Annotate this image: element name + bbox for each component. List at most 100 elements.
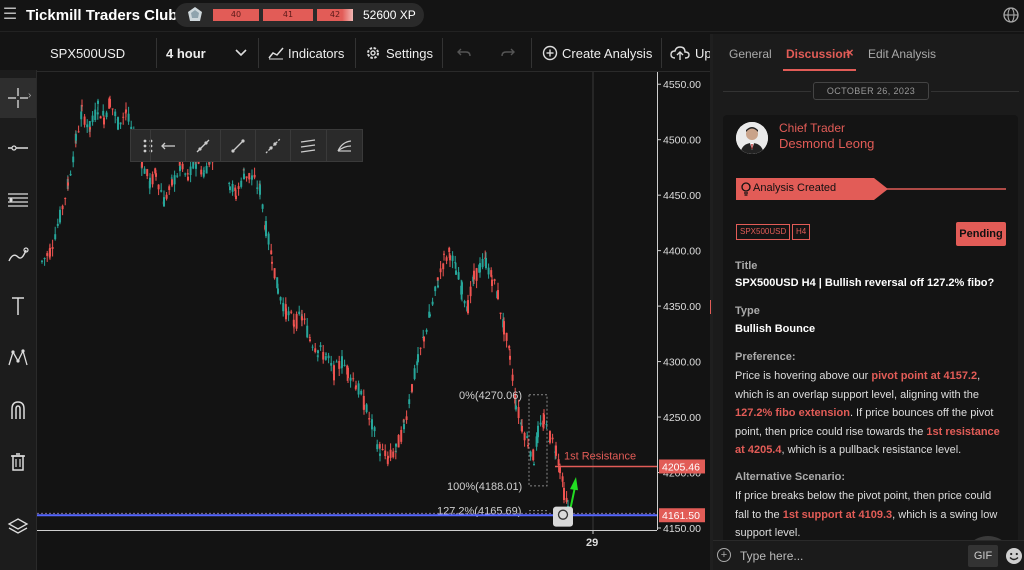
tab-general[interactable]: General <box>729 47 772 61</box>
candle-body <box>457 272 460 280</box>
expand-arrow-icon[interactable]: › <box>28 90 31 101</box>
candle-body <box>411 384 413 392</box>
author-role: Chief Trader <box>779 121 846 135</box>
author-name[interactable]: Desmond Leong <box>779 136 874 151</box>
candle-body <box>523 432 526 441</box>
candle-body <box>251 175 253 180</box>
candle-body <box>442 263 445 270</box>
candle-body <box>205 165 208 174</box>
candle-body <box>187 176 189 181</box>
candle-body <box>155 173 157 177</box>
candle-body <box>349 377 352 381</box>
plus-icon[interactable]: + <box>717 548 731 562</box>
candle-body <box>43 258 46 260</box>
candle-body <box>511 374 514 381</box>
xp-total: 52600 XP <box>363 8 416 22</box>
chart-toolbar: SPX500USD 4 hour Indicators Settings Cre… <box>37 34 712 72</box>
message-input[interactable] <box>738 547 958 565</box>
delete-tool[interactable] <box>0 442 36 482</box>
candle-body <box>499 312 502 315</box>
type-value: Bullish Bounce <box>735 323 816 335</box>
extended-line-tool[interactable] <box>255 130 289 162</box>
candle-body <box>437 285 439 288</box>
candle-body <box>473 270 475 280</box>
layers-icon <box>7 518 29 534</box>
candle-body <box>363 404 365 410</box>
candle-body <box>163 197 165 207</box>
undo-icon[interactable] <box>457 47 471 59</box>
trend-line-tool[interactable] <box>0 128 36 168</box>
segment-tool[interactable] <box>220 130 254 162</box>
extended-line-icon <box>265 138 280 154</box>
candle-body <box>51 247 54 249</box>
candle-body <box>317 350 319 354</box>
magnet-tool[interactable] <box>0 390 36 430</box>
ribbon-label: Analysis Created <box>753 182 837 194</box>
fib-0-label: 0%(4270.06) <box>459 390 522 402</box>
magnet-icon <box>11 401 25 419</box>
pattern-tool[interactable] <box>0 338 36 378</box>
fib-tool[interactable] <box>0 180 36 220</box>
tab-discussion[interactable]: Discussion <box>786 47 850 61</box>
ray-tool[interactable] <box>185 130 219 162</box>
text-tool[interactable] <box>0 286 36 326</box>
price-tick-label: 4450.00 <box>663 190 701 202</box>
candle-body <box>97 100 99 104</box>
candle-body <box>392 451 395 458</box>
candle-body <box>125 109 127 112</box>
candle-body <box>49 247 51 256</box>
price-tick-label: 4250.00 <box>663 412 701 424</box>
candle-body <box>157 184 160 190</box>
price-label-text: 4161.50 <box>662 510 700 522</box>
candle-body <box>117 117 119 130</box>
candle-body <box>493 279 496 281</box>
app-title: Tickmill Traders Club <box>26 7 178 24</box>
menu-icon[interactable]: ☰ <box>2 6 18 24</box>
tab-close-icon[interactable]: × <box>846 45 854 60</box>
candle-body <box>103 117 105 125</box>
candle-body <box>423 336 425 342</box>
candle-body <box>311 346 314 348</box>
candle-body <box>537 425 539 438</box>
timeframe-tag: H4 <box>792 224 811 240</box>
candle-body <box>434 286 437 292</box>
price-tick-label: 4400.00 <box>663 246 701 258</box>
candle-body <box>563 487 565 501</box>
candle-body <box>451 255 454 261</box>
globe-icon[interactable] <box>1002 6 1020 24</box>
settings-button[interactable]: Settings <box>386 34 433 72</box>
status-badge[interactable]: Pending <box>956 222 1006 246</box>
candle-body <box>89 127 91 130</box>
candle-body <box>319 345 322 348</box>
horizontal-line-tool[interactable] <box>150 130 184 162</box>
brush-tool[interactable] <box>0 235 36 275</box>
gif-button[interactable]: GIF <box>968 545 998 567</box>
candle-body <box>271 261 273 264</box>
parallel-channel-tool[interactable] <box>290 130 324 162</box>
candle-body <box>245 176 248 179</box>
redo-icon[interactable] <box>501 47 515 59</box>
candle-body <box>325 353 327 355</box>
candle-body <box>287 311 290 316</box>
layers-tool[interactable] <box>0 507 36 547</box>
interval-selector[interactable]: 4 hour <box>166 34 206 72</box>
pitchfork-tool[interactable] <box>326 130 360 162</box>
drawing-tools-sidebar: › <box>0 70 37 570</box>
candle-body <box>343 364 346 366</box>
candle-body <box>114 111 117 117</box>
candle-body <box>403 424 405 430</box>
indicators-button[interactable]: Indicators <box>288 34 344 72</box>
candle-body <box>371 419 373 430</box>
toolbar-separator <box>156 38 157 68</box>
crosshair-icon <box>8 88 28 108</box>
symbol-selector[interactable]: SPX500USD <box>50 34 125 72</box>
tab-edit-analysis[interactable]: Edit Analysis <box>868 47 936 61</box>
candle-body <box>86 124 89 128</box>
create-analysis-button[interactable]: Create Analysis <box>562 34 652 72</box>
candle-body <box>357 383 360 395</box>
candle-body <box>253 174 256 178</box>
chevron-down-icon[interactable] <box>235 48 247 58</box>
candle-body <box>91 115 94 123</box>
candle-body <box>491 279 493 286</box>
emoji-icon[interactable] <box>1005 547 1023 565</box>
